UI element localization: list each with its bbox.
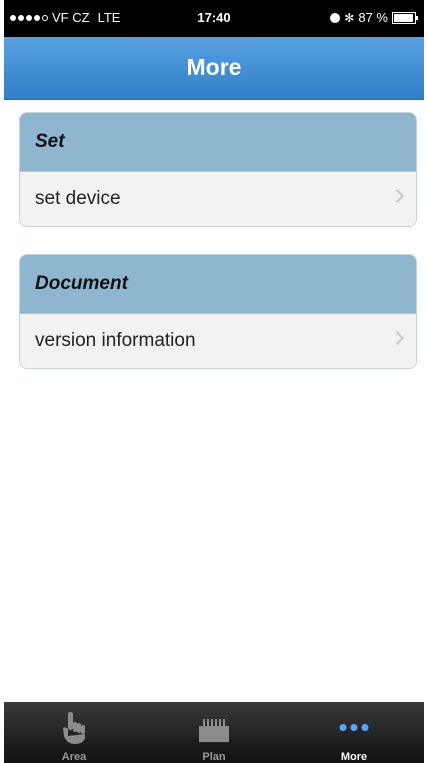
tab-plan[interactable]: Plan xyxy=(144,702,284,763)
section-set: Set set device xyxy=(19,112,417,227)
alarm-icon xyxy=(330,12,341,23)
tab-more[interactable]: More xyxy=(284,702,424,763)
tab-area[interactable]: Area xyxy=(4,702,144,763)
bluetooth-icon: ✻ xyxy=(344,10,355,25)
chevron-right-icon xyxy=(389,330,405,346)
tab-more-label: More xyxy=(340,751,368,763)
version-information-label: version information xyxy=(35,330,196,351)
set-device-label: set device xyxy=(35,188,121,209)
more-content: Set set device Document version informat… xyxy=(4,100,424,701)
page-title: More xyxy=(186,54,242,80)
navigation-bar: More xyxy=(4,37,424,100)
tab-plan-label: Plan xyxy=(202,751,226,763)
section-document: Document version information xyxy=(19,254,417,369)
section-header-document: Document xyxy=(20,255,416,314)
status-right: ✻ 87 % xyxy=(330,10,418,25)
phone-screen: VF CZ LTE 17:40 ✻ 87 % More Set set devi… xyxy=(4,0,424,763)
tab-bar: Area Plan More xyxy=(4,702,424,763)
plan-icon xyxy=(199,719,229,742)
tab-area-label: Area xyxy=(61,751,87,763)
version-information-row[interactable]: version information xyxy=(20,314,416,368)
hand-icon xyxy=(63,712,85,744)
battery-percent: 87 % xyxy=(358,10,388,25)
status-bar: VF CZ LTE 17:40 ✻ 87 % xyxy=(4,0,424,37)
more-dots-icon xyxy=(339,724,369,731)
chevron-right-icon xyxy=(389,188,405,204)
set-device-row[interactable]: set device xyxy=(20,172,416,226)
battery-icon xyxy=(392,11,418,24)
section-header-set: Set xyxy=(20,113,416,172)
